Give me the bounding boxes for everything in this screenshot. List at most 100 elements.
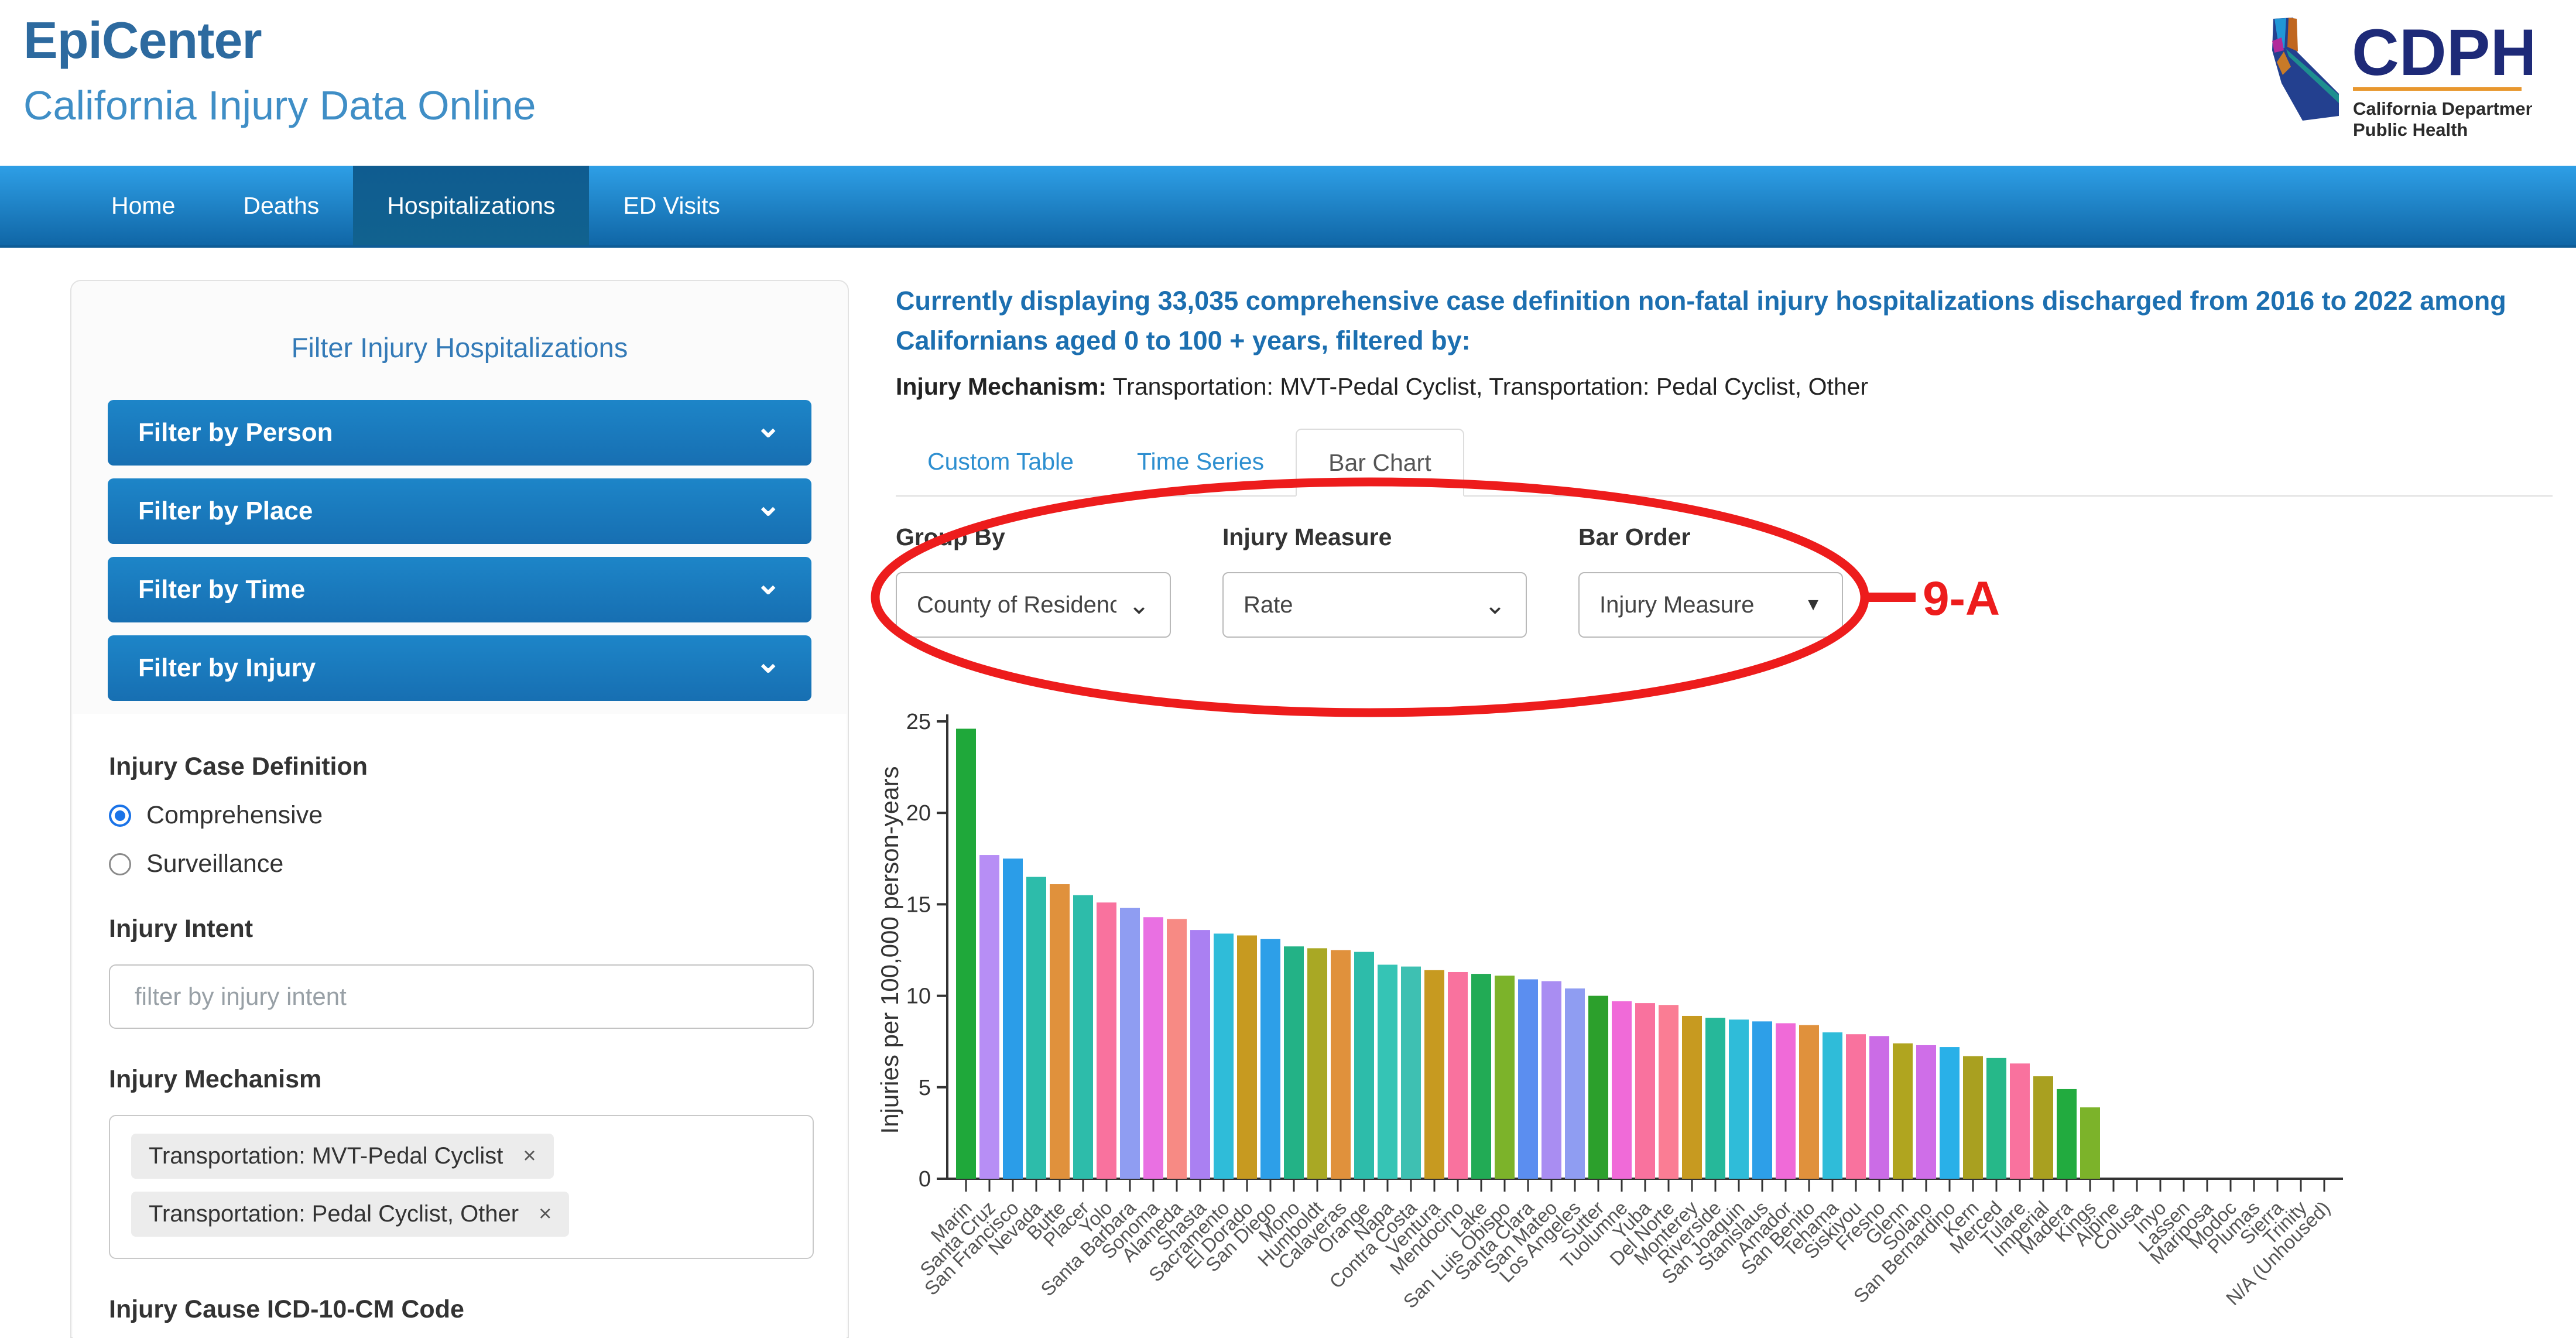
bar-santa-cruz[interactable] [979,855,999,1179]
page-header: EpiCenter California Injury Data Online … [0,0,2576,166]
bar-sutter[interactable] [1588,996,1608,1179]
chevron-down-icon: ⌄ [755,572,781,596]
control-group-by: Group ByCounty of Residence⌄ [896,523,1171,638]
bar-san-luis-obispo[interactable] [1495,976,1515,1179]
bar-stanislaus[interactable] [1752,1021,1772,1179]
bar-mendocino[interactable] [1448,972,1468,1179]
bar-tehama[interactable] [1823,1032,1842,1179]
bar-fresno[interactable] [1869,1036,1889,1179]
results-summary: Currently displaying 33,035 comprehensiv… [896,281,2576,360]
logo-org-line2: Public Health [2353,119,2468,140]
bar-nevada[interactable] [1026,877,1046,1179]
bar-riverside[interactable] [1705,1018,1725,1179]
bar-mono[interactable] [1284,946,1304,1179]
injury-measure-select[interactable]: Rate⌄ [1222,572,1527,638]
bar-el-dorado[interactable] [1237,936,1257,1179]
bar-butte[interactable] [1050,884,1070,1179]
tag-label: Transportation: MVT-Pedal Cyclist [149,1143,503,1169]
page: EpiCenter California Injury Data Online … [0,0,2576,1338]
bar-merced[interactable] [1986,1058,2006,1179]
radio-unselected-icon[interactable] [109,853,131,875]
bar-san-benito[interactable] [1799,1025,1819,1179]
bar-imperial[interactable] [2033,1076,2053,1179]
bar-sacramento[interactable] [1214,933,1234,1179]
bar-placer[interactable] [1073,895,1093,1179]
remove-tag-icon[interactable]: × [539,1202,551,1227]
bar-alameda[interactable] [1167,919,1187,1179]
bar-kern[interactable] [1963,1056,1983,1179]
bar-tuolumne[interactable] [1612,1001,1632,1179]
bar-kings[interactable] [2080,1107,2100,1179]
bar-santa-barbara[interactable] [1120,908,1140,1179]
chevron-down-icon: ⌄ [1128,590,1150,620]
bar-order-select[interactable]: Injury Measure▼ [1578,572,1843,638]
injury-intent-input[interactable] [109,964,814,1029]
bar-humboldt[interactable] [1307,948,1327,1179]
app-title: EpiCenter [23,11,262,70]
control-label: Bar Order [1578,523,1843,551]
bar-ventura[interactable] [1424,970,1444,1179]
bar-madera[interactable] [2057,1089,2077,1179]
accordion-label: Filter by Person [138,418,333,447]
bar-shasta[interactable] [1190,930,1210,1179]
bar-san-joaquin[interactable] [1729,1019,1749,1179]
filter-panel-title: Filter Injury Hospitalizations [71,331,848,364]
logo-acronym: CDPH [2352,16,2532,89]
bar-san-francisco[interactable] [1003,858,1023,1179]
remove-tag-icon[interactable]: × [523,1144,536,1169]
bar-contra-costa[interactable] [1401,967,1421,1179]
accordion-filter-by-person[interactable]: Filter by Person⌄ [108,400,811,466]
bar-siskiyou[interactable] [1846,1034,1866,1179]
injury-mechanism-multiselect[interactable]: Transportation: MVT-Pedal Cyclist×Transp… [109,1115,814,1259]
nav-item-home[interactable]: Home [77,166,209,245]
applied-filter-label: Injury Mechanism: [896,373,1107,400]
radio-selected-icon[interactable] [109,805,131,827]
bar-orange[interactable] [1354,952,1374,1179]
bar-solano[interactable] [1916,1045,1936,1179]
accordion-filter-by-place[interactable]: Filter by Place ⌄ [108,478,811,544]
filter-panel: Filter Injury Hospitalizations Filter by… [70,280,849,1338]
bar-calaveras[interactable] [1331,950,1351,1179]
tab-bar-chart[interactable]: Bar Chart [1296,429,1464,497]
accordion-label: Filter by Place [138,497,313,526]
bar-yolo[interactable] [1097,902,1116,1179]
radio-surveillance[interactable]: Surveillance [109,850,810,878]
y-axis-title: Injuries per 100,000 person-years [878,766,903,1134]
bar-lake[interactable] [1471,974,1491,1179]
bar-monterey[interactable] [1682,1016,1702,1179]
control-injury-measure: Injury Measure Rate⌄ [1222,523,1527,638]
nav-item-ed-visits[interactable]: ED Visits [589,166,754,245]
main-content: Currently displaying 33,035 comprehensiv… [896,281,2553,638]
radio-comprehensive[interactable]: Comprehensive [109,801,810,830]
selected-value: Injury Measure [1599,592,1755,618]
logo-org-line1: California Department of [2353,98,2532,119]
bar-los-angeles[interactable] [1565,988,1585,1179]
y-tick-label: 10 [906,984,931,1009]
bar-san-bernardino[interactable] [1940,1047,1960,1179]
bar-marin[interactable] [956,728,976,1179]
bar-sonoma[interactable] [1143,917,1163,1179]
accordion-label: Filter by Injury [138,653,316,683]
bar-tulare[interactable] [2010,1063,2030,1179]
selected-value: County of Residence [917,592,1116,618]
chevron-down-icon: ⌄ [1484,590,1506,620]
tab-time-series[interactable]: Time Series [1105,427,1296,495]
bar-san-mateo[interactable] [1542,981,1561,1179]
bar-glenn[interactable] [1893,1043,1913,1179]
accordion-filter-by-time[interactable]: Filter by Time ⌄ [108,557,811,622]
bar-amador[interactable] [1776,1023,1796,1179]
bar-napa[interactable] [1378,964,1397,1179]
control-label: Injury Measure [1222,523,1527,551]
bar-yuba[interactable] [1635,1003,1655,1179]
nav-item-hospitalizations[interactable]: Hospitalizations [353,166,589,245]
accordion-filter-by-injury[interactable]: Filter by Injury⌄ [108,635,811,701]
case-definition-radio-group: Comprehensive Surveillance [109,801,810,878]
bar-santa-clara[interactable] [1518,979,1538,1179]
bar-san-diego[interactable] [1260,939,1280,1179]
bar-del-norte[interactable] [1659,1005,1678,1179]
group-by-select[interactable]: County of Residence ⌄ [896,572,1171,638]
accordion-label: Filter by Time [138,575,305,604]
tab-custom-table[interactable]: Custom Table [896,427,1105,495]
nav-item-deaths[interactable]: Deaths [209,166,353,245]
chevron-down-icon: ⌄ [755,494,781,517]
